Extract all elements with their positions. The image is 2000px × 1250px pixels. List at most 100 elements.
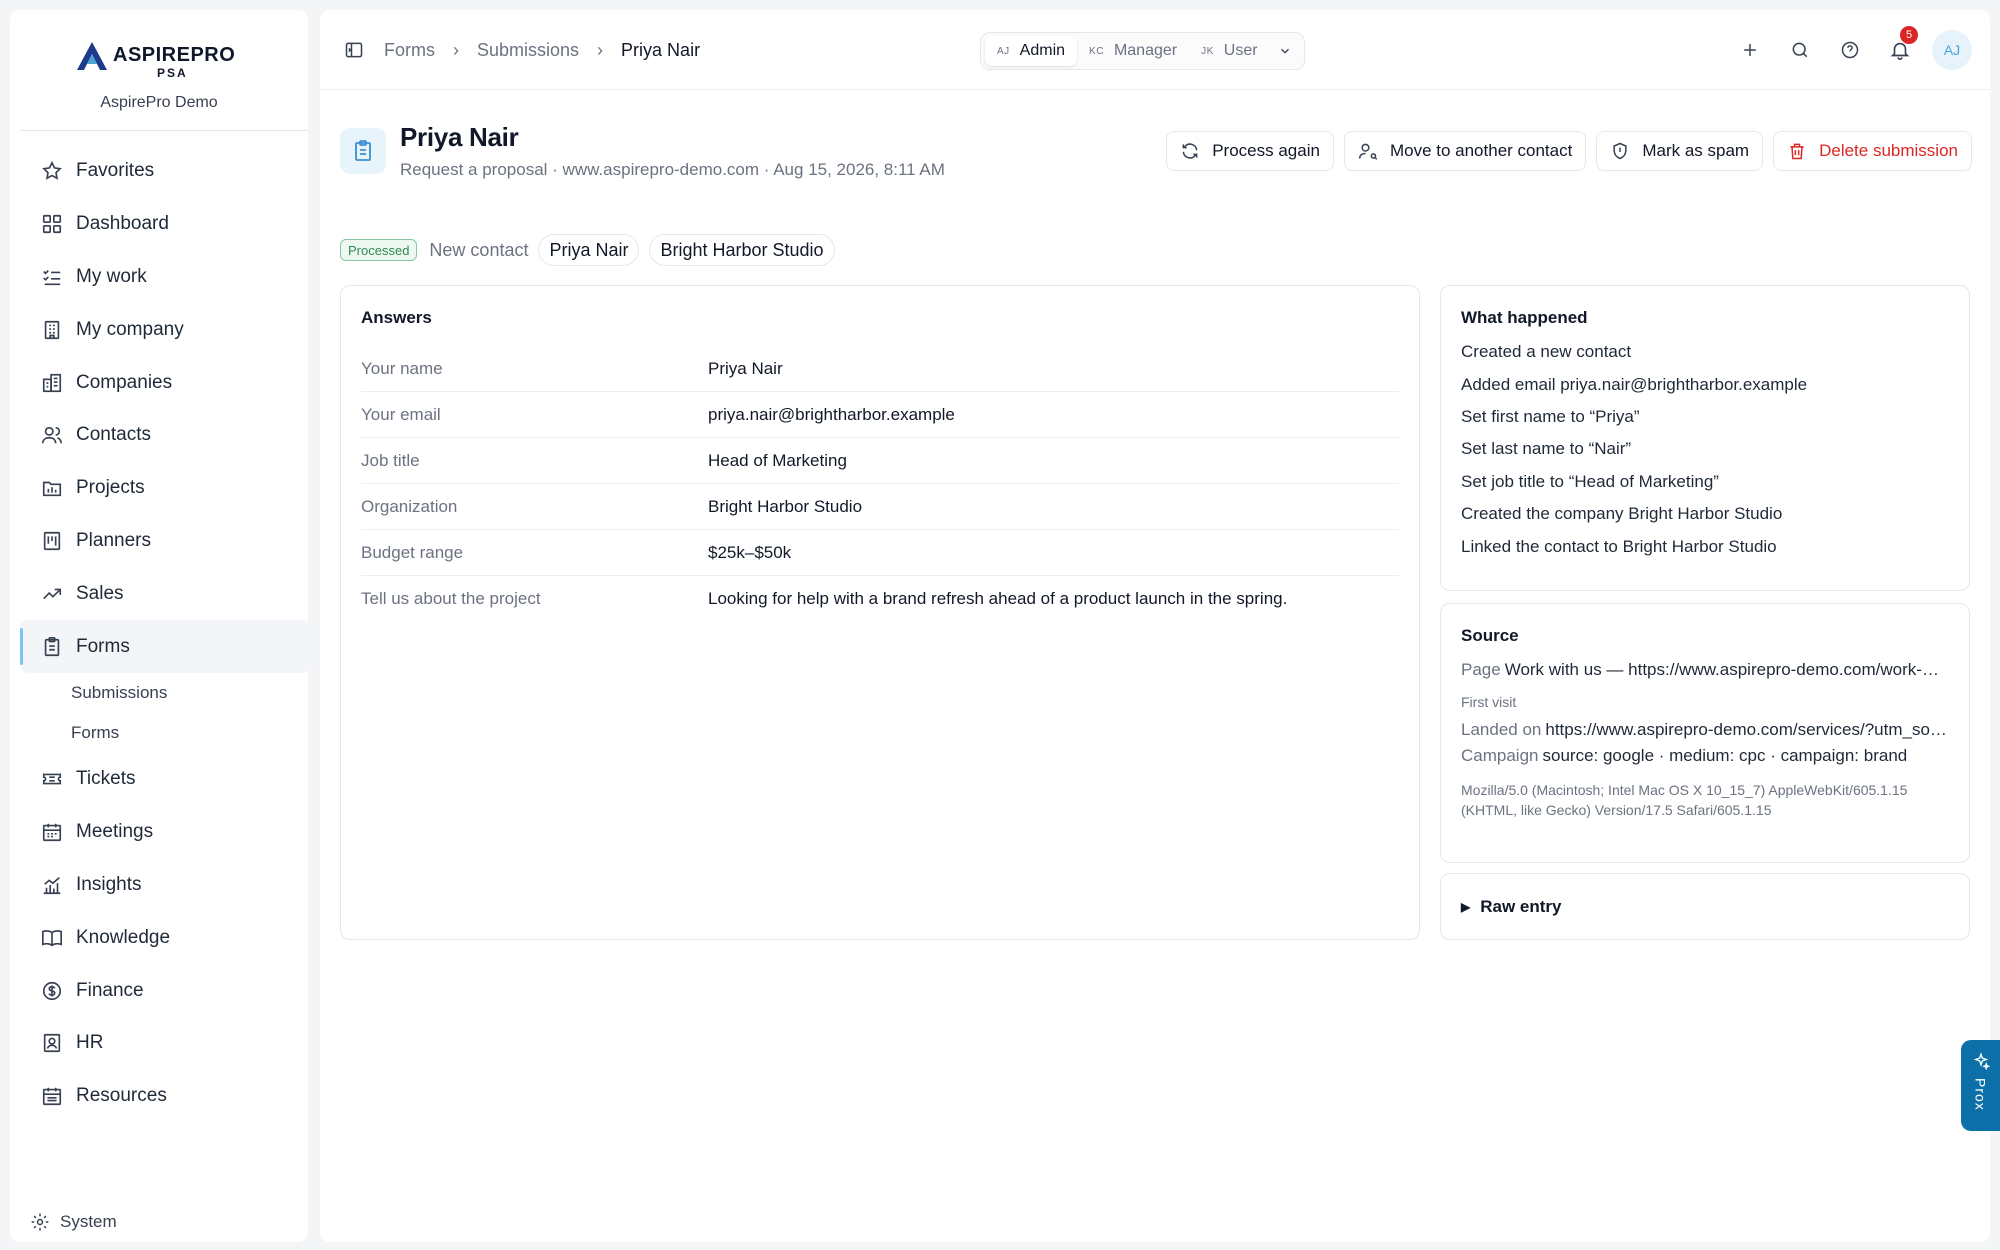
sidebar-item-hr[interactable]: HR	[20, 1017, 310, 1070]
what-happened-card: What happened Created a new contact Adde…	[1440, 285, 1970, 591]
company-pill[interactable]: Bright Harbor Studio	[649, 234, 835, 266]
brand-sub: PSA	[157, 66, 188, 80]
sidebar-item-planners[interactable]: Planners	[20, 515, 310, 568]
list-check-icon	[40, 265, 64, 289]
sidebar-item-dashboard[interactable]: Dashboard	[20, 198, 310, 251]
move-contact-button[interactable]: Move to another contact	[1343, 131, 1587, 171]
planner-icon	[40, 529, 64, 553]
sidebar-item-contacts[interactable]: Contacts	[20, 409, 310, 462]
source-page-value[interactable]: Work with us — https://www.aspirepro-dem…	[1505, 660, 1949, 679]
user-search-icon	[1358, 141, 1378, 161]
sidebar-item-sales[interactable]: Sales	[20, 567, 310, 620]
chevron-down-icon[interactable]	[1270, 44, 1300, 58]
chevron-right-icon: ›	[597, 39, 604, 60]
users-icon	[40, 423, 64, 447]
sidebar-item-my-company[interactable]: My company	[20, 303, 310, 356]
sidebar-item-label: HR	[76, 1032, 104, 1054]
raw-entry-label: Raw entry	[1480, 896, 1562, 916]
list-item: Created a new contact	[1461, 342, 1632, 362]
role-admin[interactable]: AJ Admin	[985, 36, 1078, 66]
org-name: AspirePro Demo	[100, 94, 218, 111]
book-icon	[40, 926, 64, 950]
logo-mark-icon	[77, 42, 107, 70]
move-contact-label: Move to another contact	[1389, 141, 1573, 160]
sidebar-item-favorites[interactable]: Favorites	[20, 145, 310, 198]
main-panel: Forms › Submissions › Priya Nair AJ Admi…	[320, 10, 1990, 1242]
sidebar-subitem-submissions[interactable]: Submissions	[20, 673, 310, 713]
delete-submission-button[interactable]: Delete submission	[1773, 131, 1972, 171]
role-initials: AJ	[997, 45, 1010, 57]
sidebar-item-meetings[interactable]: Meetings	[20, 806, 310, 859]
brand-logo[interactable]: ASPIREPRO PSA	[65, 32, 255, 80]
bell-icon[interactable]: 5	[1880, 26, 1920, 70]
breadcrumb-forms[interactable]: Forms	[384, 40, 435, 61]
sidebar-item-label: Projects	[76, 477, 145, 499]
answers-card: Answers Your name Priya Nair Your email …	[340, 285, 1420, 940]
role-manager[interactable]: KC Manager	[1077, 36, 1189, 66]
contact-pill[interactable]: Priya Nair	[538, 234, 640, 266]
answer-row: Tell us about the project Looking for he…	[361, 576, 1399, 622]
raw-entry-toggle[interactable]: ▶ Raw entry	[1440, 873, 1970, 940]
sidebar-toggle-icon[interactable]	[344, 40, 364, 60]
sidebar-item-tickets[interactable]: Tickets	[20, 753, 310, 806]
breadcrumb-submissions[interactable]: Submissions	[477, 40, 579, 61]
prox-assistant-tab[interactable]: Prox	[1961, 1040, 2000, 1131]
answer-question: Job title	[361, 450, 420, 470]
sidebar-item-my-work[interactable]: My work	[20, 251, 310, 304]
landed-value[interactable]: https://www.aspirepro-demo.com/services/…	[1545, 720, 1949, 739]
sidebar-item-forms[interactable]: Forms	[20, 620, 310, 673]
sidebar-item-companies[interactable]: Companies	[20, 356, 310, 409]
role-initials: KC	[1089, 45, 1104, 57]
user-agent-line: Mozilla/5.0 (Macintosh; Intel Mac OS X 1…	[1461, 782, 1908, 798]
avatar[interactable]: AJ	[1932, 30, 1972, 70]
role-user[interactable]: JK User	[1189, 36, 1269, 66]
sidebar-item-label: My company	[76, 318, 184, 340]
sidebar-item-system[interactable]: System	[30, 1212, 117, 1232]
sidebar-item-finance[interactable]: Finance	[20, 964, 310, 1017]
new-contact-label: New contact	[429, 239, 529, 260]
landed-label: Landed on	[1461, 720, 1542, 739]
plus-icon[interactable]	[1730, 30, 1770, 70]
page-subtitle: Request a proposal · www.aspirepro-demo.…	[400, 160, 945, 179]
sidebar-subitem-forms[interactable]: Forms	[20, 713, 310, 753]
sidebar: ASPIREPRO PSA AspirePro Demo Favorites D…	[10, 10, 310, 1242]
search-icon[interactable]	[1780, 30, 1820, 70]
answer-value: Head of Marketing	[708, 450, 847, 470]
role-label: Admin	[1019, 42, 1066, 59]
sparkle-icon	[1972, 1052, 1990, 1070]
sidebar-item-projects[interactable]: Projects	[20, 462, 310, 515]
clipboard-icon	[40, 635, 64, 659]
role-label: Manager	[1113, 42, 1178, 59]
top-bar: Forms › Submissions › Priya Nair AJ Admi…	[320, 10, 1990, 90]
answers-list: Your name Priya Nair Your email priya.na…	[361, 346, 1399, 622]
sidebar-item-label: Insights	[76, 873, 142, 895]
sidebar-item-label: Resources	[76, 1085, 167, 1107]
source-page: Page Work with us — https://www.aspirepro…	[1461, 660, 1949, 680]
sidebar-divider	[20, 130, 308, 131]
mark-spam-button[interactable]: Mark as spam	[1596, 131, 1764, 171]
brand-name: ASPIREPRO	[113, 44, 236, 66]
sidebar-item-label: My work	[76, 265, 147, 287]
sidebar-item-label: Contacts	[76, 424, 151, 446]
user-agent-line: (KHTML, like Gecko) Version/17.5 Safari/…	[1461, 802, 1772, 818]
sidebar-item-label: Sales	[76, 582, 124, 604]
sidebar-item-knowledge[interactable]: Knowledge	[20, 911, 310, 964]
help-icon[interactable]	[1830, 30, 1870, 70]
source-card: Source Page Work with us — https://www.as…	[1440, 603, 1970, 863]
process-again-label: Process again	[1212, 141, 1320, 160]
process-again-button[interactable]: Process again	[1166, 131, 1334, 171]
list-item: Set first name to “Priya”	[1461, 406, 1640, 426]
calendar-icon	[40, 820, 64, 844]
role-initials: JK	[1201, 45, 1214, 57]
answer-question: Tell us about the project	[361, 589, 541, 608]
sidebar-item-insights[interactable]: Insights	[20, 859, 310, 912]
gear-icon	[30, 1212, 50, 1232]
folder-chart-icon	[40, 476, 64, 500]
page-title: Priya Nair	[400, 122, 519, 152]
action-buttons: Process again Move to another contact Ma…	[1156, 131, 1972, 171]
system-label: System	[60, 1212, 117, 1231]
answer-value: Priya Nair	[708, 358, 783, 378]
sidebar-item-label: Planners	[76, 529, 151, 551]
sidebar-item-resources[interactable]: Resources	[20, 1070, 310, 1123]
answers-title: Answers	[361, 308, 432, 327]
